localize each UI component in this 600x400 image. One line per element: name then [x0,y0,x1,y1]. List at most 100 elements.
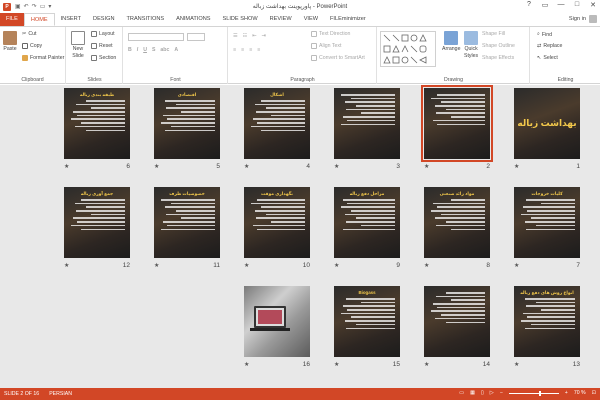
transition-star-icon[interactable]: ★ [154,163,159,170]
format-painter-button[interactable]: Format Painter [22,55,64,61]
slide-thumbnail[interactable]: اقتصادی [154,88,220,159]
convert-smartart-button[interactable]: Convert to SmartArt [311,55,365,61]
zoom-in-button[interactable]: + [565,390,568,396]
tab-transitions[interactable]: TRANSITIONS [120,13,170,26]
copy-button[interactable]: Copy [22,43,42,49]
transition-star-icon[interactable]: ★ [334,262,339,269]
slide-thumbnail[interactable]: Biogass [334,286,400,357]
reading-view-icon[interactable]: ▯ [481,390,484,396]
font-color-icon[interactable]: A [174,47,178,53]
justify-icon[interactable]: ≡ [257,47,260,53]
select-button[interactable]: ↖ Select [537,55,558,61]
section-button[interactable]: Section [91,55,116,61]
slide-thumbnail[interactable]: خصوصیات ظرف [154,187,220,258]
slide-thumbnail[interactable]: مواد زائد صنعتی [424,187,490,258]
slide-thumbnail[interactable]: نگهداری موقت [244,187,310,258]
slide-thumbnail[interactable]: انواع روش های دفع زباله [514,286,580,357]
slide-thumbnail[interactable]: کلیات خروجات [514,187,580,258]
underline-icon[interactable]: U [143,47,147,53]
ribbon-display-button[interactable]: ▭ [540,1,550,9]
slide-thumbnail[interactable]: اشکال [244,88,310,159]
italic-icon[interactable]: I [137,47,138,53]
maximize-button[interactable]: □ [572,1,582,9]
undo-icon[interactable]: ↶ [24,3,29,10]
arrange-button[interactable]: Arrange [442,31,460,52]
tab-animations[interactable]: ANIMATIONS [170,13,216,26]
present-icon[interactable]: ▭ [40,3,46,10]
slide-thumbnail[interactable]: جمع آوری زباله [64,187,130,258]
zoom-out-button[interactable]: − [500,390,503,396]
transition-star-icon[interactable]: ★ [514,163,519,170]
quick-styles-button[interactable]: Quick Styles [464,31,478,59]
language-indicator[interactable]: PERSIAN [49,391,72,397]
align-right-icon[interactable]: ≡ [249,47,252,53]
transition-star-icon[interactable]: ★ [334,163,339,170]
zoom-slider[interactable] [508,390,559,396]
close-button[interactable]: ✕ [588,1,598,9]
transition-star-icon[interactable]: ★ [244,361,249,368]
slide-thumbnail[interactable]: مراحل دفع زباله [334,187,400,258]
zoom-slider-thumb[interactable] [538,390,541,396]
slide-thumbnail[interactable] [244,286,310,357]
shape-fill-button[interactable]: Shape Fill [482,31,505,37]
text-direction-button[interactable]: Text Direction [311,31,350,37]
reset-button[interactable]: Reset [91,43,113,49]
save-icon[interactable]: ▣ [15,3,21,10]
align-center-icon[interactable]: ≡ [241,47,244,53]
transition-star-icon[interactable]: ★ [334,361,339,368]
font-size-combo[interactable] [187,33,205,41]
transition-star-icon[interactable]: ★ [64,262,69,269]
avatar[interactable] [589,15,597,23]
tab-design[interactable]: DESIGN [87,13,120,26]
bold-icon[interactable]: B [128,47,132,53]
align-left-icon[interactable]: ≡ [233,47,236,53]
slide-thumbnail[interactable] [421,85,493,162]
shape-effects-button[interactable]: Shape Effects [482,55,514,61]
normal-view-icon[interactable]: ▭ [459,390,464,396]
tab-review[interactable]: REVIEW [264,13,298,26]
cut-button[interactable]: ✂ Cut [22,31,36,37]
decrease-indent-icon[interactable]: ⇤ [252,33,256,39]
strikethrough-icon[interactable]: abc [160,47,169,53]
redo-icon[interactable]: ↷ [32,3,37,10]
bullets-icon[interactable]: ☰ [233,33,238,39]
increase-indent-icon[interactable]: ⇥ [262,33,266,39]
new-slide-button[interactable]: New Slide [71,31,85,59]
transition-star-icon[interactable]: ★ [244,163,249,170]
zoom-level[interactable]: 70 % [574,390,586,396]
tab-view[interactable]: VIEW [298,13,324,26]
tab-insert[interactable]: INSERT [55,13,87,26]
slideshow-view-icon[interactable]: ▷ [490,390,494,396]
slide-thumbnail[interactable] [334,88,400,159]
shape-outline-button[interactable]: Shape Outline [482,43,515,49]
numbering-icon[interactable]: ☷ [243,33,248,39]
font-name-combo[interactable] [128,33,184,41]
replace-button[interactable]: ⇄ Replace [537,43,562,49]
align-text-button[interactable]: Align Text [311,43,341,49]
transition-star-icon[interactable]: ★ [424,361,429,368]
transition-star-icon[interactable]: ★ [424,163,429,170]
slide-thumbnail[interactable]: طبقه بندی زباله [64,88,130,159]
transition-star-icon[interactable]: ★ [514,262,519,269]
paste-button[interactable]: Paste [3,31,17,52]
tab-fileminimizer[interactable]: FILEminimizer [324,13,372,26]
slide-thumbnail[interactable] [424,286,490,357]
fit-to-window-icon[interactable]: ⊡ [592,390,596,396]
tab-slide-show[interactable]: SLIDE SHOW [217,13,264,26]
transition-star-icon[interactable]: ★ [424,262,429,269]
powerpoint-app-icon[interactable]: P [3,2,11,11]
tab-file[interactable]: FILE [0,13,24,26]
tab-home[interactable]: HOME [23,13,55,26]
transition-star-icon[interactable]: ★ [514,361,519,368]
transition-star-icon[interactable]: ★ [154,262,159,269]
help-button[interactable]: ? [524,1,534,9]
shapes-gallery[interactable] [380,31,436,67]
slide-thumbnail[interactable]: بهداشت زباله [514,88,580,159]
sign-in-link[interactable]: Sign in [569,16,586,22]
shadow-icon[interactable]: S [152,47,155,53]
transition-star-icon[interactable]: ★ [244,262,249,269]
customize-qat-icon[interactable]: ▾ [48,3,51,10]
transition-star-icon[interactable]: ★ [64,163,69,170]
minimize-button[interactable]: — [556,1,566,9]
sorter-view-icon[interactable]: ▦ [470,390,475,396]
